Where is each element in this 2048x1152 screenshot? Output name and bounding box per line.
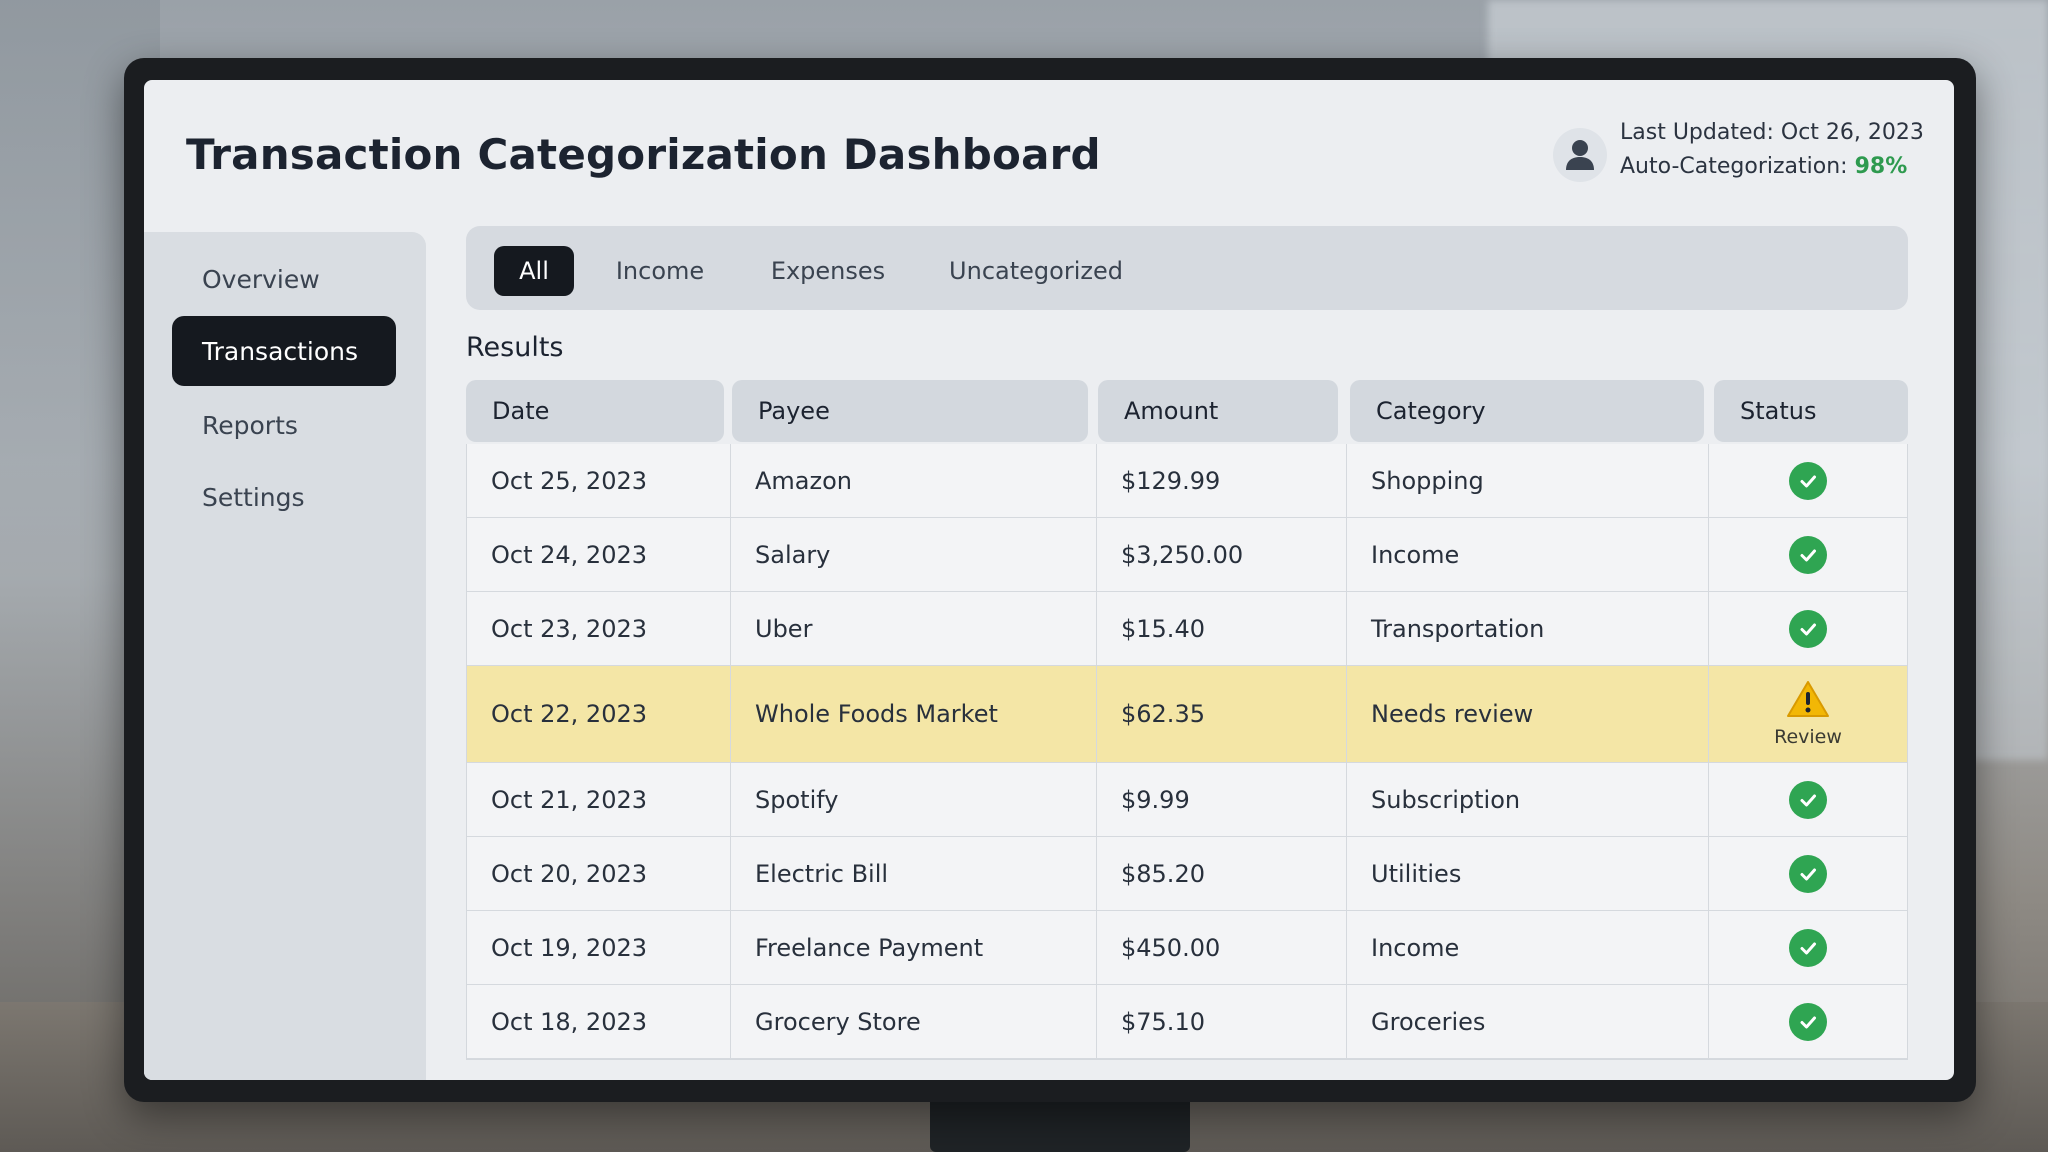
status-cell: [1709, 763, 1907, 836]
date-cell: Oct 20, 2023: [467, 837, 731, 910]
table-body: Oct 25, 2023 Amazon $129.99 Shopping Oct 24,…: [466, 444, 1908, 1060]
payee-cell: Electric Bill: [731, 837, 1097, 910]
warning-icon[interactable]: [1786, 680, 1830, 724]
category-cell: Utilities: [1347, 837, 1709, 910]
update-info: Last Updated: Oct 26, 2023 Auto-Categori…: [1620, 116, 1924, 184]
column-header-date[interactable]: Date: [466, 380, 724, 442]
amount-cell: $85.20: [1097, 837, 1347, 910]
payee-cell: Grocery Store: [731, 985, 1097, 1058]
last-updated: Last Updated: Oct 26, 2023: [1620, 116, 1924, 150]
table-row[interactable]: Oct 21, 2023 Spotify $9.99 Subscription: [467, 763, 1907, 837]
check-icon: [1789, 535, 1827, 574]
table-row[interactable]: Oct 19, 2023 Freelance Payment $450.00 Inco…: [467, 911, 1907, 985]
status-cell: [1709, 592, 1907, 665]
payee-cell: Whole Foods Market: [731, 666, 1097, 762]
category-cell: Shopping: [1347, 444, 1709, 517]
amount-cell: $3,250.00: [1097, 518, 1347, 591]
date-cell: Oct 23, 2023: [467, 592, 731, 665]
sidebar-item-label: Transactions: [202, 336, 359, 366]
table-header: Date Payee Amount Category Status: [466, 380, 1908, 444]
column-header-status[interactable]: Status: [1714, 380, 1908, 442]
table-row[interactable]: Oct 25, 2023 Amazon $129.99 Shopping: [467, 444, 1907, 518]
results-heading: Results: [466, 332, 564, 363]
amount-cell: $129.99: [1097, 444, 1347, 517]
category-cell: Transportation: [1347, 592, 1709, 665]
amount-cell: $15.40: [1097, 592, 1347, 665]
sidebar-item-label: Reports: [202, 410, 298, 440]
category-cell: Subscription: [1347, 763, 1709, 836]
check-icon: [1789, 928, 1827, 967]
date-cell: Oct 19, 2023: [467, 911, 731, 984]
table-row[interactable]: Oct 23, 2023 Uber $15.40 Transportation: [467, 592, 1907, 666]
status-cell: [1709, 985, 1907, 1058]
payee-cell: Amazon: [731, 444, 1097, 517]
amount-cell: $75.10: [1097, 985, 1347, 1058]
payee-cell: Uber: [731, 592, 1097, 665]
table-row-needs-review[interactable]: Oct 22, 2023 Whole Foods Market $62.35 Need…: [467, 666, 1907, 763]
sidebar-item-label: Settings: [202, 482, 305, 512]
sidebar-item-transactions[interactable]: Transactions: [172, 316, 396, 386]
auto-categorization: Auto-Categorization: 98%: [1620, 150, 1924, 184]
last-updated-value: Oct 26, 2023: [1780, 120, 1924, 145]
amount-cell: $62.35: [1097, 666, 1347, 762]
sidebar-item-overview[interactable]: Overview: [172, 244, 396, 314]
transactions-table: Date Payee Amount Category Status Oct 25…: [466, 380, 1908, 1060]
review-label: Review: [1774, 726, 1842, 748]
monitor-bezel: Transaction Categorization Dashboard Las…: [124, 58, 1976, 1102]
amount-cell: $9.99: [1097, 763, 1347, 836]
date-cell: Oct 21, 2023: [467, 763, 731, 836]
table-row[interactable]: Oct 20, 2023 Electric Bill $85.20 Utilities: [467, 837, 1907, 911]
auto-categorization-label: Auto-Categorization:: [1620, 154, 1848, 179]
sidebar-item-settings[interactable]: Settings: [172, 462, 396, 532]
category-cell: Income: [1347, 518, 1709, 591]
tab-uncategorized[interactable]: Uncategorized: [926, 246, 1146, 296]
table-row[interactable]: Oct 18, 2023 Grocery Store $75.10 Groceries: [467, 985, 1907, 1059]
tab-expenses[interactable]: Expenses: [748, 246, 908, 296]
user-avatar[interactable]: [1553, 128, 1607, 182]
check-icon: [1789, 780, 1827, 819]
check-icon: [1789, 461, 1827, 500]
date-cell: Oct 22, 2023: [467, 666, 731, 762]
status-cell: [1709, 444, 1907, 517]
payee-cell: Spotify: [731, 763, 1097, 836]
page-title: Transaction Categorization Dashboard: [186, 130, 1101, 179]
status-cell: [1709, 911, 1907, 984]
date-cell: Oct 25, 2023: [467, 444, 731, 517]
check-icon: [1789, 609, 1827, 648]
status-cell: [1709, 837, 1907, 910]
category-cell: Needs review: [1347, 666, 1709, 762]
payee-cell: Freelance Payment: [731, 911, 1097, 984]
column-header-payee[interactable]: Payee: [732, 380, 1088, 442]
tab-all[interactable]: All: [494, 246, 574, 296]
sidebar-item-reports[interactable]: Reports: [172, 390, 396, 460]
amount-cell: $450.00: [1097, 911, 1347, 984]
user-icon: [1566, 140, 1594, 170]
status-cell: Review: [1709, 666, 1907, 762]
status-cell: [1709, 518, 1907, 591]
sidebar-item-label: Overview: [202, 264, 320, 294]
table-row[interactable]: Oct 24, 2023 Salary $3,250.00 Income: [467, 518, 1907, 592]
auto-categorization-value: 98%: [1854, 154, 1908, 179]
column-header-amount[interactable]: Amount: [1098, 380, 1338, 442]
column-header-category[interactable]: Category: [1350, 380, 1704, 442]
filter-tabs: All Income Expenses Uncategorized: [466, 226, 1908, 310]
check-icon: [1789, 1002, 1827, 1041]
tab-income[interactable]: Income: [590, 246, 730, 296]
category-cell: Groceries: [1347, 985, 1709, 1058]
dashboard-screen: Transaction Categorization Dashboard Las…: [144, 80, 1954, 1080]
check-icon: [1789, 854, 1827, 893]
last-updated-label: Last Updated:: [1620, 120, 1774, 145]
category-cell: Income: [1347, 911, 1709, 984]
payee-cell: Salary: [731, 518, 1097, 591]
sidebar: Overview Transactions Reports Settings: [144, 232, 426, 1080]
date-cell: Oct 18, 2023: [467, 985, 731, 1058]
date-cell: Oct 24, 2023: [467, 518, 731, 591]
